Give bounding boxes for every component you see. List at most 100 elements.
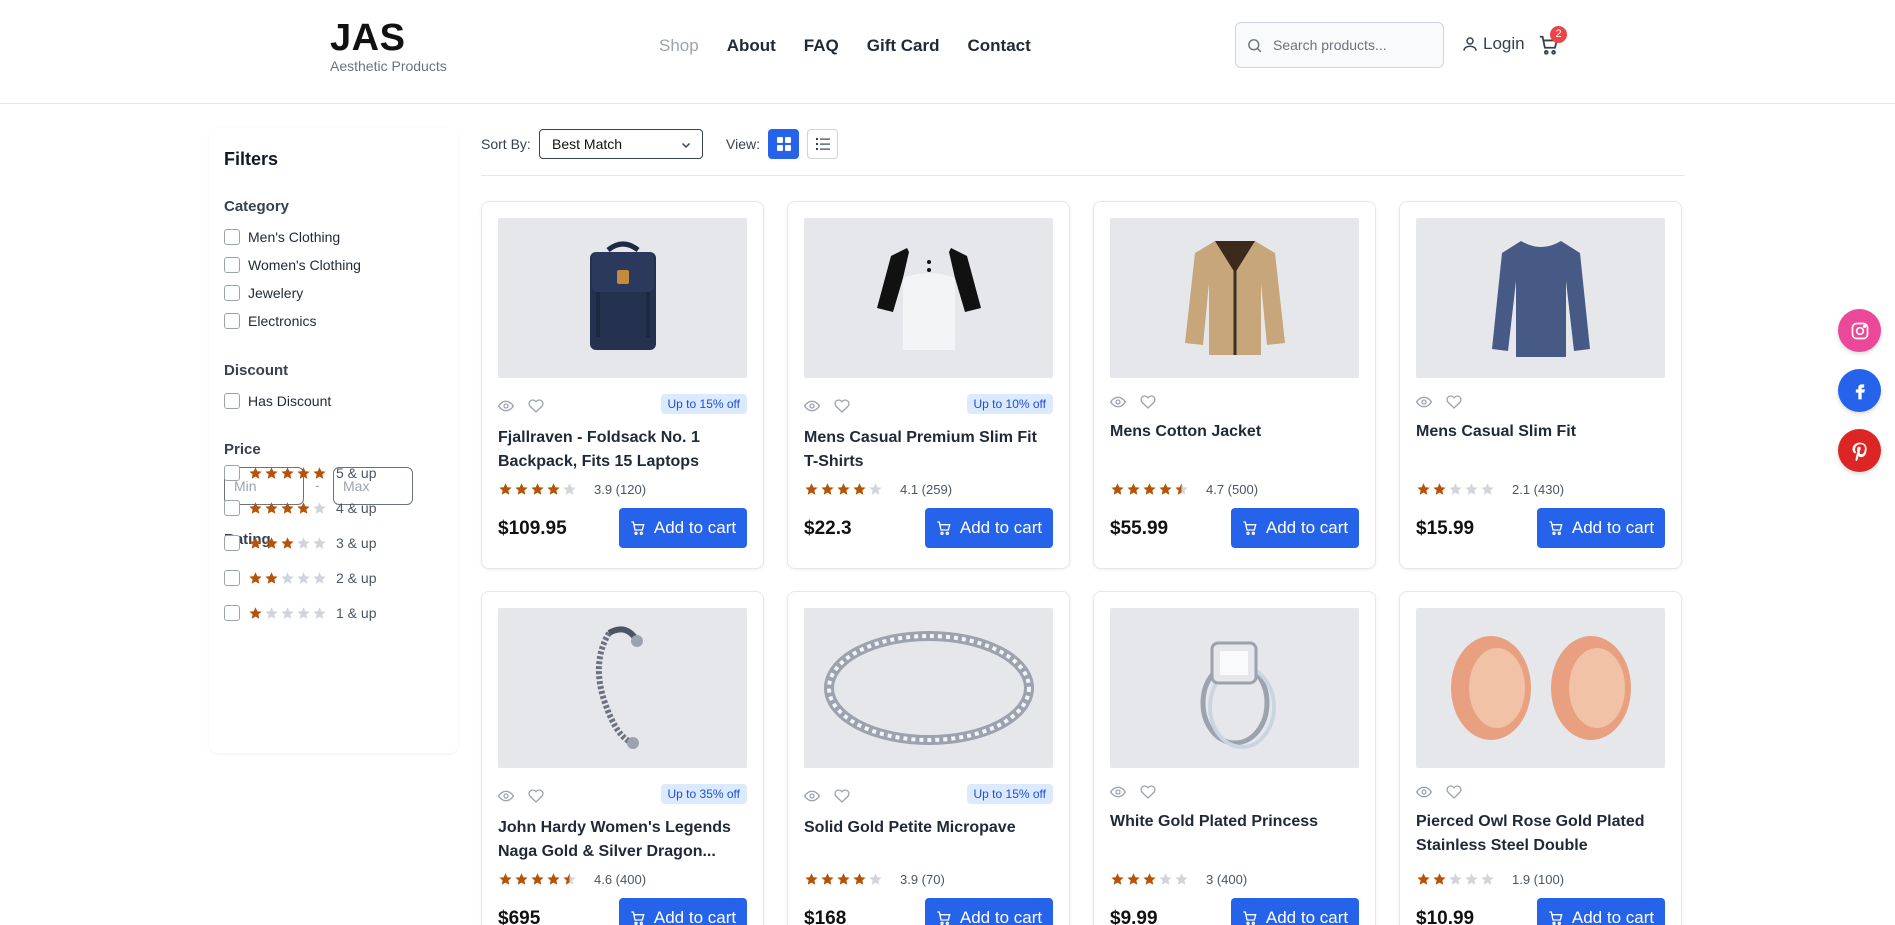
product-image[interactable] <box>804 608 1053 768</box>
nav-contact[interactable]: Contact <box>967 35 1030 57</box>
checkbox[interactable] <box>224 570 240 586</box>
product-image[interactable] <box>1416 218 1665 378</box>
eye-icon[interactable] <box>804 788 820 804</box>
star-filled-icon <box>1449 483 1462 495</box>
add-to-cart-button[interactable]: Add to cart <box>925 508 1053 548</box>
heart-icon[interactable] <box>1140 394 1156 410</box>
product-title[interactable]: Mens Cotton Jacket <box>1110 420 1360 444</box>
checkbox[interactable] <box>224 393 240 409</box>
cart-count-badge: 2 <box>1550 26 1567 43</box>
rating-filter-2[interactable]: 2 & up <box>224 570 376 586</box>
rating-filter-4[interactable]: 4 & up <box>224 500 376 516</box>
pinterest-button[interactable] <box>1838 429 1881 472</box>
product-rating: 4.1 (259) <box>804 482 952 497</box>
star-filled-icon <box>1433 483 1446 495</box>
product-title[interactable]: White Gold Plated Princess <box>1110 810 1360 834</box>
eye-icon[interactable] <box>804 398 820 414</box>
product-title[interactable]: Mens Casual Slim Fit <box>1416 420 1666 444</box>
brand-logo[interactable]: JAS Aesthetic Products <box>330 18 447 74</box>
category-womens-clothing[interactable]: Women's Clothing <box>224 257 361 273</box>
login-button[interactable]: Login <box>1461 34 1525 54</box>
search-input[interactable] <box>1273 37 1433 53</box>
product-price: $695 <box>498 908 541 925</box>
star-empty-icon <box>1449 873 1462 885</box>
rating-filter-3[interactable]: 3 & up <box>224 535 376 551</box>
add-to-cart-button[interactable]: Add to cart <box>619 508 747 548</box>
category-jewelery[interactable]: Jewelery <box>224 285 303 301</box>
star-empty-icon <box>281 571 294 584</box>
cart-button[interactable]: 2 <box>1538 26 1567 61</box>
product-card[interactable]: Mens Cotton Jacket 4.7 (500) $55.99 Add to … <box>1093 201 1376 569</box>
product-title[interactable]: Pierced Owl Rose Gold Plated Stainless S… <box>1416 810 1666 858</box>
nav-gift-card[interactable]: Gift Card <box>867 35 940 57</box>
rating-filter-5[interactable]: 5 & up <box>224 465 376 481</box>
product-card[interactable]: Up to 10% off Mens Casual Premium Slim Fi… <box>787 201 1070 569</box>
add-to-cart-button[interactable]: Add to cart <box>925 898 1053 925</box>
heart-icon[interactable] <box>834 398 850 414</box>
add-to-cart-button[interactable]: Add to cart <box>1537 508 1665 548</box>
checkbox[interactable] <box>224 257 240 273</box>
add-to-cart-button[interactable]: Add to cart <box>1231 508 1359 548</box>
eye-icon[interactable] <box>498 398 514 414</box>
discount-has-discount[interactable]: Has Discount <box>224 393 331 409</box>
eye-icon[interactable] <box>1416 394 1432 410</box>
heart-icon[interactable] <box>528 788 544 804</box>
nav-faq[interactable]: FAQ <box>804 35 839 57</box>
category-heading: Category <box>224 198 290 215</box>
product-card[interactable]: White Gold Plated Princess 3 (400) $9.99 Ad… <box>1093 591 1376 925</box>
product-card[interactable]: Mens Casual Slim Fit 2.1 (430) $15.99 Add t… <box>1399 201 1682 569</box>
nav-about[interactable]: About <box>727 35 776 57</box>
product-card[interactable]: Pierced Owl Rose Gold Plated Stainless S… <box>1399 591 1682 925</box>
product-image[interactable] <box>498 608 747 768</box>
checkbox[interactable] <box>224 285 240 301</box>
star-filled-icon <box>515 873 528 885</box>
product-card[interactable]: Up to 15% off Solid Gold Petite Micropave… <box>787 591 1070 925</box>
pinterest-icon <box>1852 442 1867 461</box>
checkbox[interactable] <box>224 229 240 245</box>
product-card[interactable]: Up to 35% off John Hardy Women's Legends … <box>481 591 764 925</box>
heart-icon[interactable] <box>528 398 544 414</box>
sort-select[interactable]: Best Match <box>539 129 703 159</box>
eye-icon[interactable] <box>1110 784 1126 800</box>
product-card[interactable]: Up to 15% off Fjallraven - Foldsack No. 1… <box>481 201 764 569</box>
checkbox[interactable] <box>224 500 240 516</box>
product-title[interactable]: Fjallraven - Foldsack No. 1 Backpack, Fi… <box>498 426 748 474</box>
checkbox[interactable] <box>224 605 240 621</box>
product-image[interactable] <box>1110 218 1359 378</box>
category-mens-clothing[interactable]: Men's Clothing <box>224 229 340 245</box>
rating-filter-label: 4 & up <box>336 500 377 516</box>
add-to-cart-button[interactable]: Add to cart <box>1537 898 1665 925</box>
facebook-button[interactable] <box>1838 369 1881 412</box>
list-view-button[interactable] <box>807 129 838 159</box>
heart-icon[interactable] <box>834 788 850 804</box>
chevron-down-icon <box>681 142 691 149</box>
category-electronics[interactable]: Electronics <box>224 313 316 329</box>
add-to-cart-button[interactable]: Add to cart <box>619 898 747 925</box>
add-to-cart-button[interactable]: Add to cart <box>1231 898 1359 925</box>
grid-view-button[interactable] <box>768 129 799 159</box>
nav-shop[interactable]: Shop <box>659 35 699 57</box>
star-filled-icon <box>805 873 818 885</box>
heart-icon[interactable] <box>1446 394 1462 410</box>
cart-icon <box>631 521 645 535</box>
heart-icon[interactable] <box>1446 784 1462 800</box>
instagram-button[interactable] <box>1838 309 1881 352</box>
product-image[interactable] <box>1110 608 1359 768</box>
product-title[interactable]: Solid Gold Petite Micropave <box>804 816 1054 840</box>
product-image[interactable] <box>804 218 1053 378</box>
checkbox[interactable] <box>224 313 240 329</box>
checkbox[interactable] <box>224 465 240 481</box>
product-title[interactable]: John Hardy Women's Legends Naga Gold & S… <box>498 816 748 864</box>
eye-icon[interactable] <box>1416 784 1432 800</box>
product-rating: 3 (400) <box>1110 872 1247 887</box>
eye-icon[interactable] <box>498 788 514 804</box>
eye-icon[interactable] <box>1110 394 1126 410</box>
product-image[interactable] <box>1416 608 1665 768</box>
star-filled-icon <box>837 873 850 885</box>
product-title[interactable]: Mens Casual Premium Slim Fit T-Shirts <box>804 426 1054 474</box>
heart-icon[interactable] <box>1140 784 1156 800</box>
rating-filter-1[interactable]: 1 & up <box>224 605 376 621</box>
discount-badge: Up to 10% off <box>966 394 1053 414</box>
checkbox[interactable] <box>224 535 240 551</box>
product-image[interactable] <box>498 218 747 378</box>
